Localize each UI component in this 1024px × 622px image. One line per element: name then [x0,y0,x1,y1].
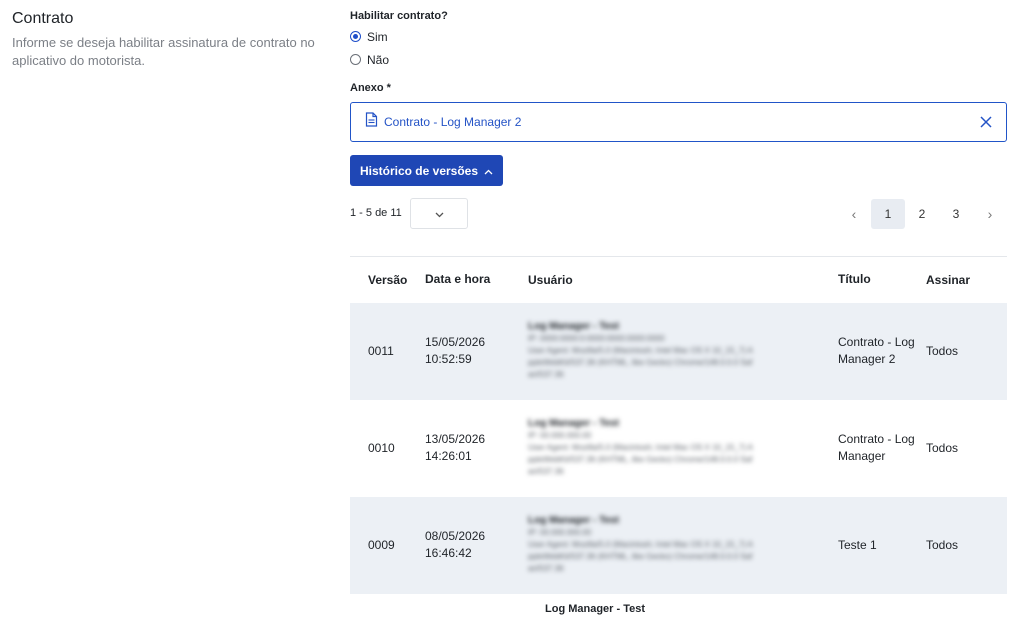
user-name: Log Manager - Test [528,418,619,429]
partial-row-user: Log Manager - Test [545,603,646,615]
row-version: 0011 [368,344,394,358]
col-user: Usuário [528,272,573,287]
row-time: 14:26:01 [425,449,472,463]
user-detail-line: ppleWebKit/537.36 (KHTML, like Gecko) Ch… [528,358,753,367]
row-time: 10:52:59 [425,352,472,366]
user-details-blurred: Log Manager - Test IP: 00.000.000.00 Use… [528,418,838,478]
row-time: 16:46:42 [425,546,472,560]
row-version: 0009 [368,538,395,552]
row-sign: Todos [926,344,959,358]
radio-nao[interactable]: Não [350,51,1007,68]
row-title: Contrato - Log Manager 2 [838,335,915,366]
user-detail-line: User Agent: Mozilla/5.0 (Macintosh; Inte… [528,346,753,355]
radio-nao-indicator[interactable] [350,54,361,65]
row-datetime: 15/05/2026 10:52:59 [425,303,528,400]
user-detail-line: User Agent: Mozilla/5.0 (Macintosh; Inte… [528,540,753,549]
row-user: Log Manager - Test IP: 00.000.000.00 Use… [528,497,838,594]
user-name: Log Manager - Test [528,321,619,332]
chevron-up-icon [484,164,493,178]
page-size-select[interactable] [410,198,468,229]
row-datetime: 13/05/2026 14:26:01 [425,400,528,497]
radio-sim-indicator[interactable] [350,31,361,42]
user-detail-line: IP: 0000:0000:0:0000:0000:0000:0000 [528,334,665,343]
row-user: Log Manager - Test IP: 0000:0000:0:0000:… [528,303,838,400]
user-name: Log Manager - Test [528,515,619,526]
row-version: 0010 [368,441,395,455]
row-title: Teste 1 [838,537,877,552]
table-row: 0009 08/05/2026 16:46:42 Log Manager - Te… [350,496,1007,594]
contract-section-info: Contrato Informe se deseja habilitar ass… [12,10,332,70]
user-details-blurred: Log Manager - Test IP: 00.000.000.00 Use… [528,515,838,575]
user-details-blurred: Log Manager - Test IP: 0000:0000:0:0000:… [528,321,838,381]
row-user: Log Manager - Test IP: 00.000.000.00 Use… [528,400,838,497]
col-title: Título [838,272,871,287]
remove-attachment-icon[interactable] [980,113,992,131]
page-1[interactable]: 1 [871,199,905,229]
user-detail-line: ppleWebKit/537.36 (KHTML, like Gecko) Ch… [528,552,753,561]
page-3[interactable]: 3 [939,199,973,229]
contract-form: Habilitar contrato? Sim Não Anexo * Cont… [350,10,1007,230]
user-detail-line: ari/537.36 [528,467,564,476]
user-detail-line: ppleWebKit/537.36 (KHTML, like Gecko) Ch… [528,455,753,464]
chevron-down-icon [435,207,444,221]
table-row: 0011 15/05/2026 10:52:59 Log Manager - Te… [350,302,1007,400]
row-datetime: 08/05/2026 16:46:42 [425,497,528,594]
radio-sim-label: Sim [367,29,388,44]
attachment-field[interactable]: Contrato - Log Manager 2 [350,102,1007,142]
page-2[interactable]: 2 [905,199,939,229]
row-date: 08/05/2026 [425,529,486,543]
radio-sim[interactable]: Sim [350,28,1007,45]
col-datetime: Data e hora [425,272,491,287]
pagination-bar: 1 - 5 de 11 ‹ 1 2 3 › [350,198,1007,230]
row-title: Contrato - Log Manager [838,432,915,463]
next-page-icon[interactable]: › [973,199,1007,229]
prev-page-icon[interactable]: ‹ [837,199,871,229]
user-detail-line: ari/537.36 [528,564,564,573]
user-detail-line: User Agent: Mozilla/5.0 (Macintosh; Inte… [528,443,753,452]
attachment-file-name[interactable]: Contrato - Log Manager 2 [384,115,980,129]
table-header: Versão Data e hora Usuário Título Assina… [350,257,1007,303]
row-sign: Todos [926,538,959,552]
row-date: 13/05/2026 [425,432,486,446]
version-history-label: Histórico de versões [359,163,479,178]
pagination-range: 1 - 5 de 11 [350,207,402,219]
col-version: Versão [368,272,408,287]
attachment-label: Anexo * [350,82,391,94]
col-sign: Assinar [926,272,971,287]
section-title: Contrato [12,10,74,27]
version-history-button[interactable]: Histórico de versões [350,155,503,186]
user-detail-line: ari/537.36 [528,370,564,379]
radio-nao-label: Não [367,52,390,67]
version-history-table: Versão Data e hora Usuário Título Assina… [350,256,1007,594]
user-detail-line: IP: 00.000.000.00 [528,431,592,440]
user-detail-line: IP: 00.000.000.00 [528,528,592,537]
document-icon [365,112,378,132]
enable-contract-label: Habilitar contrato? [350,10,448,22]
table-row: 0010 13/05/2026 14:26:01 Log Manager - Te… [350,400,1007,497]
pagination: ‹ 1 2 3 › [837,198,1007,230]
row-sign: Todos [926,441,959,455]
section-description: Informe se deseja habilitar assinatura d… [12,35,315,68]
row-date: 15/05/2026 [425,335,486,349]
